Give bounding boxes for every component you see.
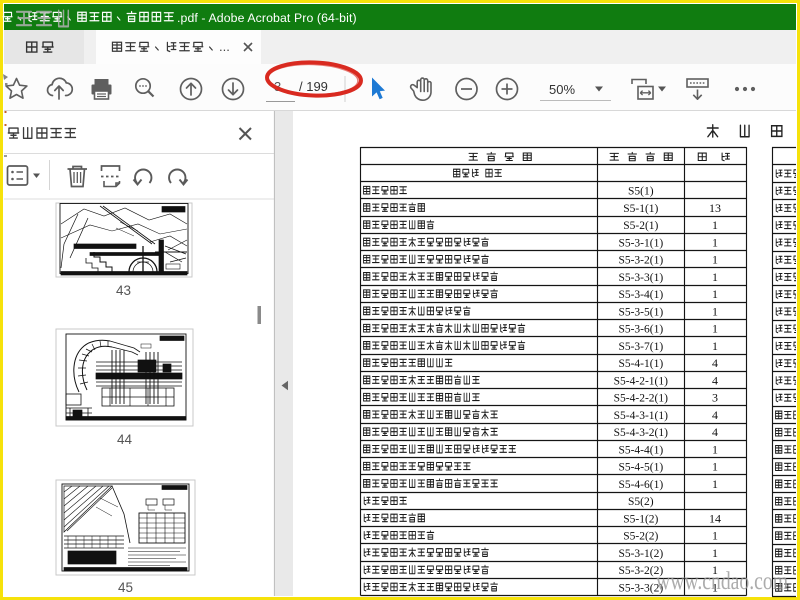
svg-text:S5-3-6(1): S5-3-6(1) [618, 324, 663, 336]
svg-text:S5-3-7(1): S5-3-7(1) [618, 341, 663, 353]
svg-text:.pdf - Adobe Acrobat Pro (64-b: .pdf - Adobe Acrobat Pro (64-bit) [177, 11, 357, 25]
svg-text:S5-2(2): S5-2(2) [623, 531, 658, 543]
svg-text:S5-4-2-1(1): S5-4-2-1(1) [614, 375, 668, 387]
svg-text:1: 1 [712, 442, 718, 456]
svg-text:S5-3-4(1): S5-3-4(1) [618, 289, 663, 301]
svg-text:S5-4-5(1): S5-4-5(1) [618, 462, 663, 474]
svg-text:13: 13 [709, 201, 721, 215]
svg-text:1: 1 [712, 339, 718, 353]
svg-text:4: 4 [712, 425, 718, 439]
svg-text:S5-2(1): S5-2(1) [623, 220, 658, 232]
svg-text:1: 1 [712, 270, 718, 284]
svg-text:44: 44 [117, 432, 133, 447]
svg-text:/ 199: / 199 [299, 79, 328, 94]
svg-text:1: 1 [712, 477, 718, 491]
svg-text:S5-1(2): S5-1(2) [623, 514, 658, 526]
svg-text:1: 1 [712, 304, 718, 318]
svg-text:4: 4 [712, 356, 718, 370]
svg-text:4: 4 [712, 373, 718, 387]
svg-text:S5-1(1): S5-1(1) [623, 203, 658, 215]
svg-text:1: 1 [712, 460, 718, 474]
svg-text:S5-3-2(1): S5-3-2(1) [618, 255, 663, 267]
svg-text:4: 4 [712, 408, 718, 422]
svg-text:S5-4-3-1(1): S5-4-3-1(1) [614, 410, 668, 422]
svg-text:1: 1 [712, 287, 718, 301]
svg-text:S5-4-6(1): S5-4-6(1) [618, 479, 663, 491]
svg-text:45: 45 [118, 580, 133, 595]
svg-text:S5-4-3-2(1): S5-4-3-2(1) [614, 427, 668, 439]
svg-text:1: 1 [712, 546, 718, 560]
svg-text:S5-3-5(1): S5-3-5(1) [618, 306, 663, 318]
svg-text:S5-3-1(2): S5-3-1(2) [618, 548, 663, 560]
svg-text:3: 3 [712, 391, 718, 405]
svg-text:S5-3-3(1): S5-3-3(1) [618, 272, 663, 284]
svg-text:S5(1): S5(1) [628, 186, 654, 198]
svg-text:1: 1 [712, 253, 718, 267]
svg-text:S5-4-4(1): S5-4-4(1) [618, 444, 663, 456]
svg-text:1: 1 [712, 529, 718, 543]
svg-text:...: ... [219, 39, 230, 54]
svg-text:14: 14 [709, 512, 721, 526]
svg-text:1: 1 [712, 235, 718, 249]
svg-text:www.cndao.com: www.cndao.com [656, 568, 788, 595]
svg-text:50%: 50% [549, 82, 575, 97]
svg-text:1: 1 [712, 218, 718, 232]
svg-text:S5(2): S5(2) [628, 496, 654, 508]
svg-text:S5-4-2-2(1): S5-4-2-2(1) [614, 393, 668, 405]
svg-text:1: 1 [712, 322, 718, 336]
svg-text:S5-3-1(1): S5-3-1(1) [618, 237, 663, 249]
svg-text:43: 43 [116, 283, 131, 298]
svg-text:S5-4-1(1): S5-4-1(1) [618, 358, 663, 370]
